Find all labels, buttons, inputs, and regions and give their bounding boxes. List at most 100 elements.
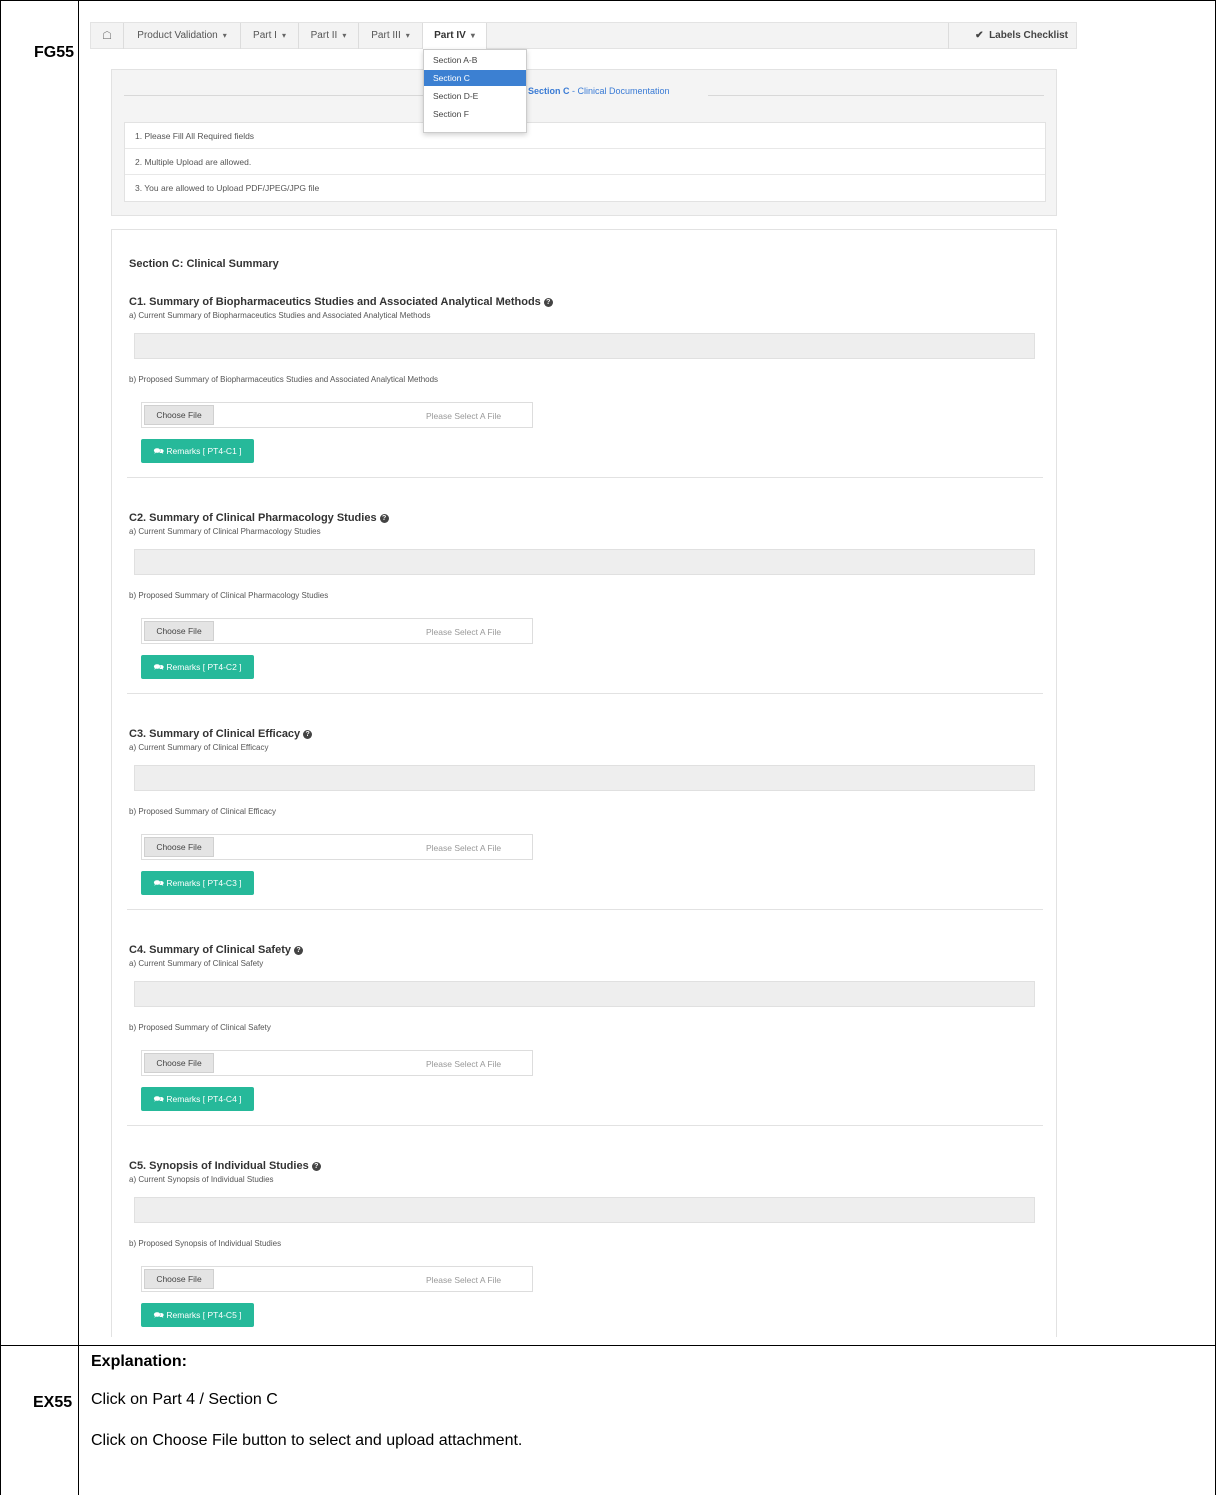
file-input[interactable]: Choose File Please Select A File — [141, 834, 533, 860]
proposed-label: b) Proposed Synopsis of Individual Studi… — [129, 1239, 282, 1248]
question-icon[interactable]: ? — [311, 1162, 321, 1171]
info-panel: Section C - Clinical Documentation 1. Pl… — [111, 69, 1057, 216]
nav-part-4[interactable]: Part IV ▾ — [423, 23, 487, 49]
nav-product-validation[interactable]: Product Validation ▾ — [124, 23, 241, 49]
form-block-c2: C2. Summary of Clinical Pharmacology Stu… — [127, 512, 1043, 728]
choose-file-button[interactable]: Choose File — [144, 405, 214, 425]
current-summary-field[interactable] — [134, 981, 1035, 1007]
block-title: C5. Synopsis of Individual Studies? — [129, 1160, 321, 1172]
proposed-label: b) Proposed Summary of Clinical Safety — [129, 1023, 271, 1032]
legend-strong: Section C — [528, 86, 570, 96]
file-input[interactable]: Choose File Please Select A File — [141, 1050, 533, 1076]
block-title-text: C5. Synopsis of Individual Studies — [129, 1160, 309, 1172]
choose-file-button[interactable]: Choose File — [144, 1053, 214, 1073]
remarks-label: Remarks [ PT4-C4 ] — [166, 1094, 242, 1104]
block-divider — [127, 477, 1043, 478]
question-icon[interactable]: ? — [294, 946, 303, 955]
section-title: Section C: Clinical Summary — [129, 258, 279, 270]
question-icon[interactable]: ? — [543, 298, 553, 307]
clinical-summary-panel: Section C: Clinical Summary C1. Summary … — [111, 229, 1057, 1337]
table-border-divider — [78, 0, 79, 1495]
app-screenshot: ☖ Product Validation ▾ Part I ▾ Part II ▾ P… — [90, 22, 1078, 1337]
part-4-dropdown-menu: Section A-B Section C Section D-E Sectio… — [423, 49, 527, 133]
form-block-c4: C4. Summary of Clinical Safety? a) Curre… — [127, 944, 1043, 1160]
table-border-middle — [0, 1345, 1216, 1346]
remarks-button[interactable]: 🗪 Remarks [ PT4-C2 ] — [141, 655, 254, 679]
explanation-line: Click on Part 4 / Section C — [91, 1391, 278, 1408]
proposed-label: b) Proposed Summary of Clinical Pharmaco… — [129, 591, 329, 600]
nav-part-2[interactable]: Part II ▾ — [299, 23, 359, 49]
remarks-button[interactable]: 🗪 Remarks [ PT4-C3 ] — [141, 871, 254, 895]
section-legend: Section C - Clinical Documentation — [528, 86, 670, 96]
nav-label: Part IV — [434, 30, 466, 41]
remarks-button[interactable]: 🗪 Remarks [ PT4-C4 ] — [141, 1087, 254, 1111]
dropdown-item-section-d-e[interactable]: Section D-E — [424, 88, 526, 104]
form-block-c1: C1. Summary of Biopharmaceutics Studies … — [127, 296, 1043, 512]
block-title: C2. Summary of Clinical Pharmacology Stu… — [129, 512, 389, 524]
block-divider — [127, 909, 1043, 910]
block-title-text: C4. Summary of Clinical Safety — [129, 944, 291, 956]
remarks-button[interactable]: 🗪 Remarks [ PT4-C5 ] — [141, 1303, 254, 1327]
current-label: a) Current Summary of Clinical Efficacy — [129, 743, 269, 752]
dropdown-item-section-f[interactable]: Section F — [424, 106, 526, 122]
current-label: a) Current Summary of Clinical Pharmacol… — [129, 527, 321, 536]
file-placeholder: Please Select A File — [426, 1275, 502, 1285]
remarks-label: Remarks [ PT4-C3 ] — [166, 878, 242, 888]
top-navbar: ☖ Product Validation ▾ Part I ▾ Part II ▾ P… — [90, 22, 1077, 49]
document-table: FG55 EX55 ☖ Product Validation ▾ Part I ▾ … — [0, 0, 1216, 1495]
file-placeholder: Please Select A File — [426, 1059, 502, 1069]
remarks-button[interactable]: 🗪 Remarks [ PT4-C1 ] — [141, 439, 254, 463]
current-summary-field[interactable] — [134, 549, 1035, 575]
choose-file-button[interactable]: Choose File — [144, 1269, 214, 1289]
instruction-item: 2. Multiple Upload are allowed. — [125, 149, 1045, 175]
check-icon: ✔ — [975, 30, 984, 41]
block-title: C1. Summary of Biopharmaceutics Studies … — [129, 296, 553, 308]
block-title-text: C3. Summary of Clinical Efficacy — [129, 728, 301, 740]
file-input[interactable]: Choose File Please Select A File — [141, 402, 533, 428]
choose-file-button[interactable]: Choose File — [144, 621, 214, 641]
current-label: a) Current Summary of Biopharmaceutics S… — [129, 311, 431, 320]
instruction-item: 3. You are allowed to Upload PDF/JPEG/JP… — [135, 183, 320, 193]
comments-icon: 🗪 — [153, 446, 165, 456]
home-icon[interactable]: ☖ — [91, 23, 124, 49]
current-summary-field[interactable] — [134, 1197, 1035, 1223]
nav-part-1[interactable]: Part I ▾ — [241, 23, 299, 49]
question-icon[interactable]: ? — [379, 514, 389, 523]
file-placeholder: Please Select A File — [426, 627, 502, 637]
explanation-line: Click on Choose File button to select an… — [91, 1432, 523, 1449]
labels-checklist-button[interactable]: ✔ Labels Checklist — [948, 23, 1076, 49]
choose-file-button[interactable]: Choose File — [144, 837, 214, 857]
comments-icon: 🗪 — [153, 1310, 165, 1320]
nav-label: Part III — [371, 30, 401, 41]
instructions-list: 1. Please Fill All Required fields 2. Mu… — [124, 122, 1046, 202]
chevron-down-icon: ▾ — [405, 31, 410, 40]
current-summary-field[interactable] — [134, 765, 1035, 791]
dropdown-item-section-a-b[interactable]: Section A-B — [424, 52, 526, 68]
legend-rest: - Clinical Documentation — [569, 86, 670, 96]
block-title-text: C2. Summary of Clinical Pharmacology Stu… — [129, 512, 377, 524]
nav-part-3[interactable]: Part III ▾ — [359, 23, 423, 49]
chevron-down-icon: ▾ — [470, 31, 475, 40]
current-summary-field[interactable] — [134, 333, 1035, 359]
remarks-label: Remarks [ PT4-C5 ] — [166, 1310, 242, 1320]
block-divider — [127, 693, 1043, 694]
dropdown-item-section-c[interactable]: Section C — [424, 70, 526, 86]
row-label-ex: EX55 — [33, 1394, 73, 1411]
form-block-c3: C3. Summary of Clinical Efficacy? a) Cur… — [127, 728, 1043, 944]
file-placeholder: Please Select A File — [426, 411, 502, 421]
block-title: C4. Summary of Clinical Safety? — [129, 944, 303, 956]
proposed-label: b) Proposed Summary of Clinical Efficacy — [129, 807, 277, 816]
comments-icon: 🗪 — [153, 878, 165, 888]
proposed-label: b) Proposed Summary of Biopharmaceutics … — [129, 375, 439, 384]
current-label: a) Current Synopsis of Individual Studie… — [129, 1175, 274, 1184]
file-input[interactable]: Choose File Please Select A File — [141, 618, 533, 644]
block-divider — [127, 1125, 1043, 1126]
question-icon[interactable]: ? — [303, 730, 313, 739]
comments-icon: 🗪 — [153, 662, 165, 672]
instruction-item: 1. Please Fill All Required fields — [125, 123, 1045, 149]
block-title-text: C1. Summary of Biopharmaceutics Studies … — [129, 296, 541, 308]
explanation-title: Explanation: — [91, 1353, 188, 1370]
file-input[interactable]: Choose File Please Select A File — [141, 1266, 533, 1292]
nav-label: Part I — [253, 30, 277, 41]
comments-icon: 🗪 — [153, 1094, 165, 1104]
